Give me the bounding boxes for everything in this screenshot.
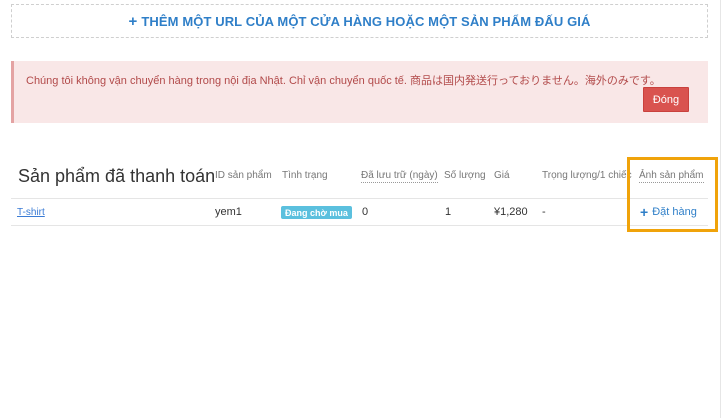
product-name-link[interactable]: T-shirt — [17, 207, 45, 218]
table-row-divider — [11, 225, 708, 226]
column-header-id: ID sản phẩm — [215, 170, 272, 181]
close-alert-button[interactable]: Đóng — [643, 87, 689, 112]
column-header-price: Giá — [494, 170, 510, 181]
order-label: Đặt hàng — [652, 206, 697, 218]
highlight-box — [627, 157, 718, 232]
column-header-stored-days[interactable]: Đã lưu trữ (ngày) — [361, 170, 438, 183]
plus-icon: + — [640, 204, 649, 220]
product-id: yem1 — [215, 206, 242, 218]
column-header-status: Tình trạng — [282, 170, 328, 181]
section-title: Sản phẩm đã thanh toán — [18, 166, 216, 186]
table-header-divider — [11, 198, 708, 199]
order-button[interactable]: + Đặt hàng — [640, 205, 697, 219]
add-url-button[interactable]: + THÊM MỘT URL CỦA MỘT CỬA HÀNG HOẶC MỘT… — [11, 4, 708, 38]
alert-message: Chúng tôi không vận chuyển hàng trong nộ… — [26, 75, 661, 87]
weight-value: - — [542, 206, 546, 218]
shipping-alert: Chúng tôi không vận chuyển hàng trong nộ… — [11, 61, 708, 123]
column-header-quantity: Số lượng — [444, 170, 486, 181]
column-header-weight: Trọng lượng/1 chiếc — [542, 170, 632, 181]
status-badge: Đang chờ mua — [281, 206, 352, 219]
quantity-value: 1 — [445, 206, 452, 218]
column-header-image[interactable]: Ảnh sản phẩm — [639, 170, 704, 183]
price-value: ¥1,280 — [494, 206, 528, 218]
add-url-label: THÊM MỘT URL CỦA MỘT CỬA HÀNG HOẶC MỘT S… — [141, 13, 591, 29]
plus-icon: + — [128, 12, 138, 30]
stored-days-value: 0 — [362, 206, 369, 218]
